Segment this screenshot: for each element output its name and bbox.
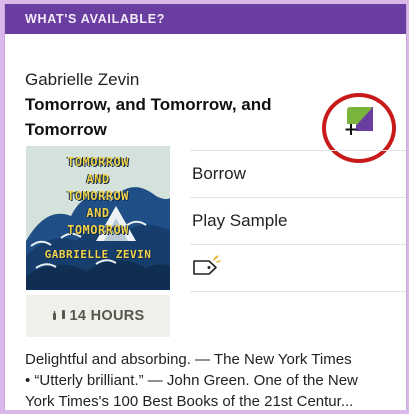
- banner-label: WHAT'S AVAILABLE?: [25, 12, 166, 26]
- cover-title-line: AND: [86, 172, 110, 186]
- description-line: York Times's 100 Best Books of the 21st …: [25, 393, 354, 410]
- add-to-list-icon: [345, 107, 373, 135]
- tag-button[interactable]: [190, 244, 406, 292]
- play-sample-label: Play Sample: [192, 211, 288, 230]
- audiobook-duration: 14 HOURS: [26, 295, 170, 337]
- availability-banner: WHAT'S AVAILABLE?: [5, 4, 406, 34]
- availability-panel: WHAT'S AVAILABLE? Gabrielle Zevin Tomorr…: [4, 4, 407, 410]
- tag-icon: [193, 255, 221, 275]
- cover-title-line: TOMORROW: [67, 223, 129, 237]
- description-line: Delightful and absorbing. — The New York…: [25, 351, 352, 368]
- cover-title-line: TOMORROW: [67, 189, 129, 203]
- cover-title-line: AND: [86, 206, 110, 220]
- borrow-button[interactable]: Borrow: [190, 150, 406, 197]
- headphones-icon: [52, 310, 65, 320]
- book-author[interactable]: Gabrielle Zevin: [25, 70, 139, 90]
- action-list: Borrow Play Sample: [190, 150, 406, 292]
- cover-author: GABRIELLE ZEVIN: [44, 248, 152, 261]
- cover-title-line: TOMORROW: [67, 155, 129, 169]
- play-sample-button[interactable]: Play Sample: [190, 197, 406, 244]
- borrow-label: Borrow: [192, 164, 246, 183]
- book-description[interactable]: Delightful and absorbing. — The New York…: [25, 349, 400, 410]
- description-line: • “Utterly brilliant.” — John Green. One…: [25, 372, 358, 389]
- book-title: Tomorrow, and Tomorrow, and Tomorrow: [25, 95, 272, 139]
- book-cover[interactable]: TOMORROW AND TOMORROW AND TOMORROW GABRI…: [26, 146, 170, 290]
- duration-label: 14 HOURS: [69, 308, 145, 324]
